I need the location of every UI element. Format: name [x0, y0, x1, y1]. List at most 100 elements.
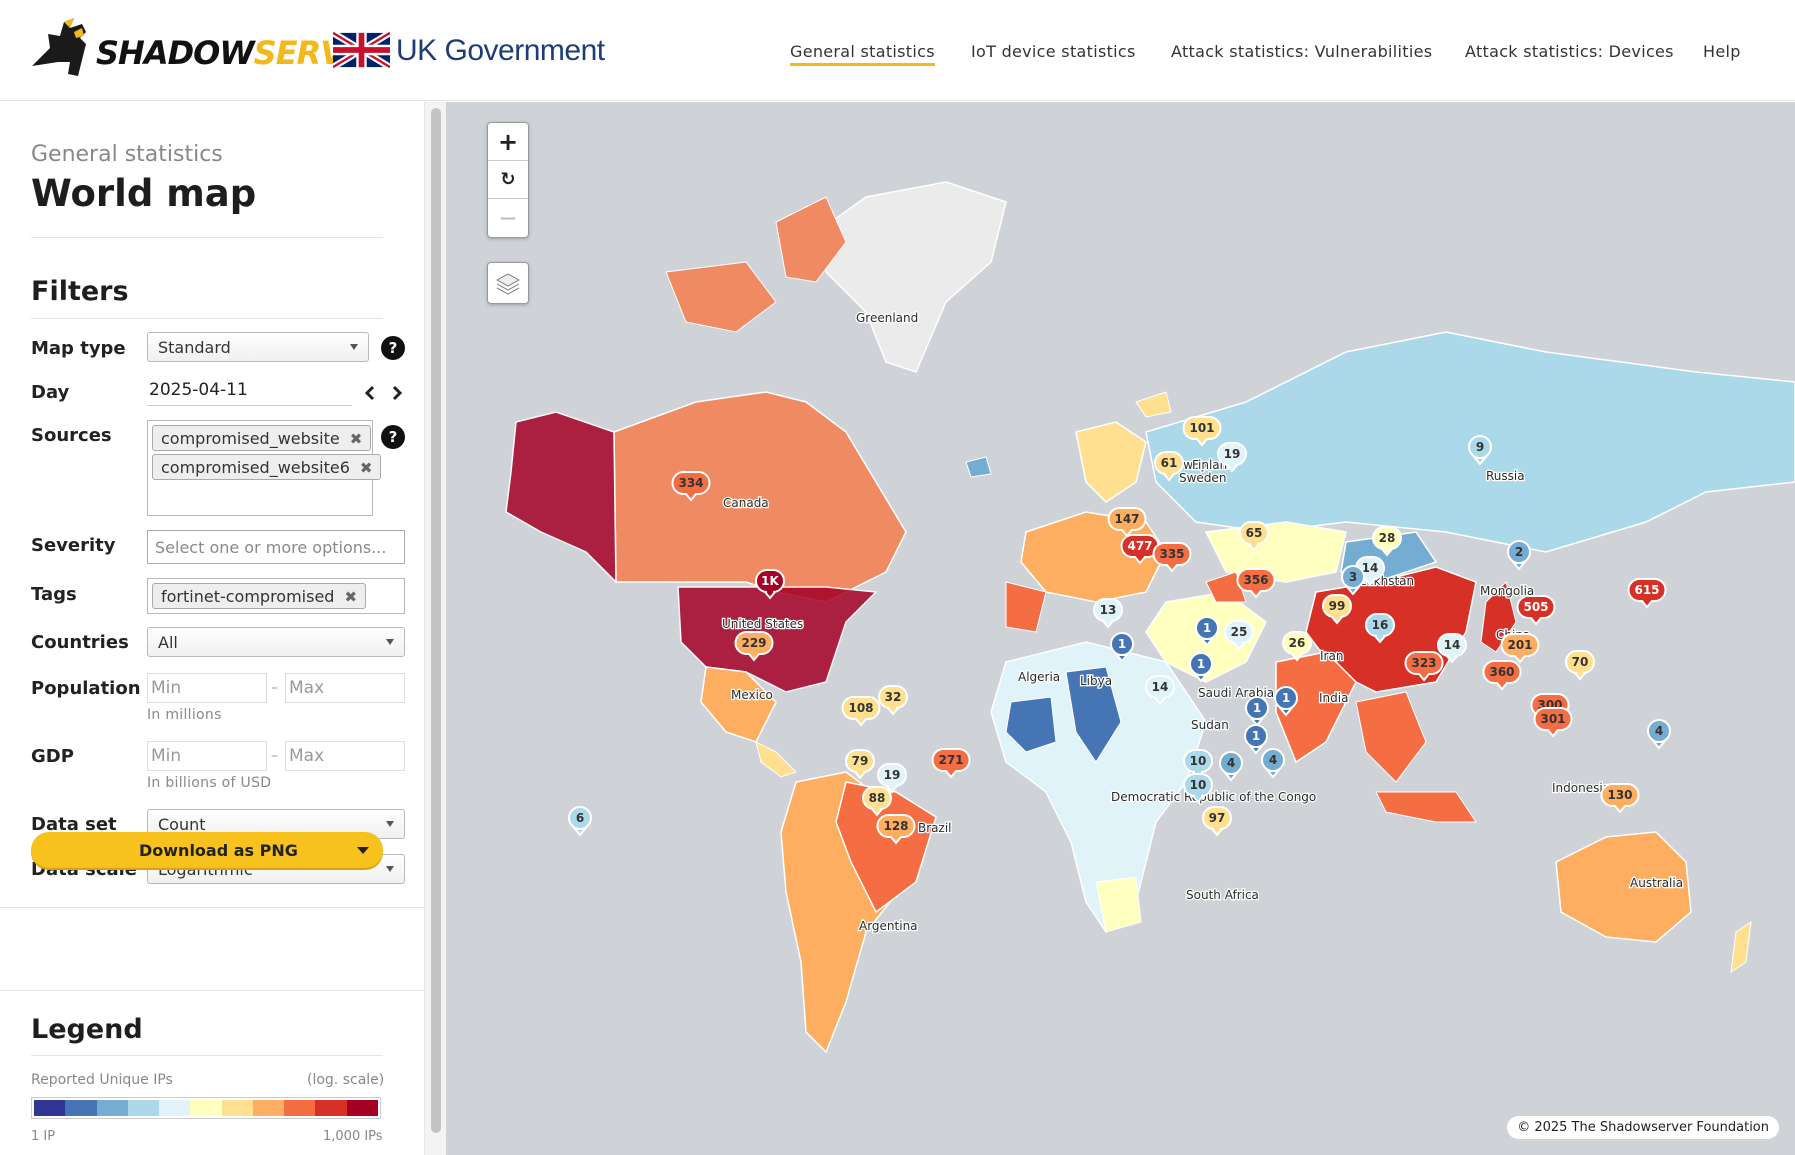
legend-color-swatch: [315, 1100, 347, 1116]
country-central-america[interactable]: [755, 741, 797, 778]
count-marker[interactable]: 4: [1647, 718, 1671, 750]
country-iberia[interactable]: [1005, 581, 1047, 633]
gdp-min-input[interactable]: Min: [147, 741, 267, 771]
sidebar-scrollbar[interactable]: [424, 102, 446, 1155]
uk-government-text: UK Government: [396, 34, 605, 67]
union-jack-flag-icon: [333, 32, 390, 68]
country-label: India: [1319, 691, 1348, 705]
region-canada-arctic[interactable]: [665, 261, 777, 333]
tag-chip[interactable]: fortinet-compromised ✖: [152, 583, 367, 609]
remove-tag-icon[interactable]: ✖: [344, 588, 357, 606]
legend-color-swatch: [221, 1100, 253, 1116]
legend-color-swatch: [252, 1100, 285, 1116]
count-marker[interactable]: 32: [878, 685, 908, 716]
marker-value: 70: [1572, 655, 1589, 669]
sources-multiselect[interactable]: compromised_website ✖ compromised_website…: [147, 420, 382, 516]
remove-tag-icon[interactable]: ✖: [350, 430, 363, 448]
countries-select[interactable]: All: [147, 627, 405, 657]
count-marker[interactable]: 301: [1533, 707, 1573, 738]
count-marker[interactable]: 79: [845, 749, 875, 780]
legend-color-swatch: [96, 1100, 128, 1116]
marker-value: 19: [884, 768, 901, 782]
gdp-max-input[interactable]: Max: [285, 741, 405, 771]
nav-help[interactable]: Help: [1703, 42, 1741, 61]
chevron-down-icon[interactable]: [357, 847, 369, 854]
count-marker[interactable]: 108: [841, 696, 881, 727]
zoom-in-button[interactable]: +: [488, 123, 528, 161]
severity-multiselect[interactable]: Select one or more options...: [147, 530, 405, 564]
country-indonesia[interactable]: [1375, 791, 1477, 823]
count-marker[interactable]: 2: [1507, 539, 1531, 571]
legend-color-swatch: [34, 1100, 66, 1116]
countries-label: Countries: [31, 632, 129, 653]
legend-color-swatch: [346, 1100, 378, 1116]
remove-tag-icon[interactable]: ✖: [360, 459, 373, 477]
filter-sidebar: General statistics World map Filters Map…: [0, 102, 424, 1155]
count-marker[interactable]: 4: [1261, 747, 1285, 779]
tags-label: Tags: [31, 584, 77, 605]
count-marker[interactable]: 505: [1516, 595, 1556, 626]
map-copyright: © 2025 The Shadowserver Foundation: [1507, 1116, 1779, 1139]
previous-day-icon[interactable]: [364, 385, 376, 401]
count-marker[interactable]: 1: [1245, 695, 1269, 727]
marker-value: 130: [1607, 788, 1632, 802]
count-marker[interactable]: 271: [931, 748, 971, 779]
day-input[interactable]: 2025-04-11: [147, 376, 352, 406]
filters-heading: Filters: [31, 276, 129, 307]
nav-general-statistics[interactable]: General statistics: [790, 42, 935, 66]
nav-attack-vulnerabilities[interactable]: Attack statistics: Vulnerabilities: [1171, 42, 1432, 61]
marker-value: 88: [869, 791, 886, 805]
country-greenland[interactable]: [825, 181, 1007, 373]
next-day-icon[interactable]: [391, 385, 403, 401]
count-marker[interactable]: 1: [1244, 723, 1268, 755]
country-alaska[interactable]: [505, 411, 617, 584]
count-marker[interactable]: 97: [1202, 806, 1232, 837]
population-min-input[interactable]: Min: [147, 673, 267, 703]
country-iceland[interactable]: [965, 456, 992, 478]
count-marker[interactable]: 615: [1627, 578, 1667, 609]
country-label: Libya: [1080, 674, 1112, 688]
count-marker[interactable]: 70: [1565, 650, 1595, 681]
layers-button[interactable]: [487, 262, 529, 304]
scrollbar-thumb[interactable]: [431, 108, 441, 1133]
marker-value: 101: [1189, 421, 1214, 435]
country-svalbard[interactable]: [1135, 391, 1172, 418]
marker-value: 335: [1159, 547, 1184, 561]
count-marker[interactable]: 360: [1482, 660, 1522, 691]
count-marker[interactable]: 130: [1600, 783, 1640, 814]
count-marker[interactable]: 4: [1219, 750, 1243, 782]
legend-color-swatch: [190, 1100, 222, 1116]
world-map[interactable]: Greenland Canada Russia United States Me…: [446, 102, 1795, 1155]
sources-help-icon[interactable]: ?: [381, 425, 405, 449]
shadowserver-logo[interactable]: SHADOWSERVER: [30, 14, 389, 84]
top-header: SHADOWSERVER UK Government General stati…: [0, 0, 1795, 101]
world-map-canvas[interactable]: Greenland Canada Russia United States Me…: [446, 102, 1795, 1155]
region-southeast-asia[interactable]: [1355, 691, 1427, 783]
reset-view-button[interactable]: ↻: [488, 161, 528, 199]
nav-iot-device-statistics[interactable]: IoT device statistics: [971, 42, 1136, 61]
tags-multiselect[interactable]: fortinet-compromised ✖: [147, 578, 405, 614]
source-tag[interactable]: compromised_website ✖: [152, 425, 372, 451]
nav-attack-devices[interactable]: Attack statistics: Devices: [1465, 42, 1674, 61]
population-max-input[interactable]: Max: [285, 673, 405, 703]
count-marker[interactable]: 6: [568, 805, 592, 837]
country-label: Argentina: [859, 919, 918, 933]
breadcrumb: General statistics: [31, 142, 223, 167]
count-marker[interactable]: 13: [1093, 598, 1123, 629]
range-dash: –: [271, 748, 278, 764]
source-tag[interactable]: compromised_website6 ✖: [152, 454, 382, 480]
country-new-zealand[interactable]: [1730, 920, 1752, 974]
brand-part1: SHADOW: [96, 34, 255, 72]
region-scandinavia[interactable]: [1075, 421, 1147, 503]
divider: [31, 237, 383, 238]
marker-value: 32: [885, 690, 902, 704]
zoom-out-button[interactable]: —: [488, 199, 528, 237]
download-png-button[interactable]: Download as PNG: [31, 832, 383, 868]
marker-value: 6: [576, 811, 584, 825]
legend-color-swatch: [284, 1100, 316, 1116]
country-kazakhstan[interactable]: [1204, 521, 1347, 583]
count-marker[interactable]: 201: [1500, 633, 1540, 664]
chevron-down-icon: [350, 344, 358, 350]
map-type-select[interactable]: Standard: [147, 332, 369, 362]
map-type-help-icon[interactable]: ?: [381, 336, 405, 360]
